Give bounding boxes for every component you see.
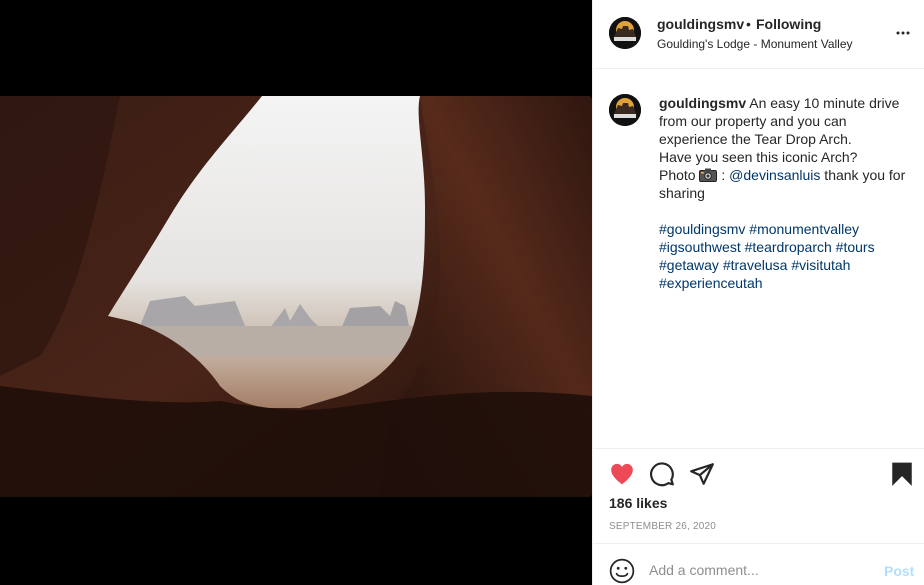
likes-count[interactable]: 186 likes (609, 495, 667, 511)
avatar-logo-icon (609, 17, 641, 49)
caption-text: gouldingsmv An easy 10 minute drive from… (659, 94, 909, 292)
heart-icon[interactable] (609, 461, 635, 487)
hashtag-link[interactable]: #gouldingsmv (659, 221, 745, 237)
avatar[interactable] (609, 17, 641, 49)
post-date[interactable]: SEPTEMBER 26, 2020 (609, 521, 716, 532)
tear-drop-arch-image (0, 96, 592, 497)
camera-icon (699, 168, 718, 182)
caption-photo-credit: Photo : @devinsanluis thank you for shar… (659, 166, 909, 202)
caption-line2: Have you seen this iconic Arch? (659, 149, 858, 165)
emoji-icon[interactable] (609, 558, 635, 584)
post-actions: 186 likes SEPTEMBER 26, 2020 (593, 448, 924, 543)
hashtag-link[interactable]: #teardroparch (745, 239, 832, 255)
caption-username[interactable]: gouldingsmv (659, 95, 746, 111)
post-side-panel: gouldingsmv • Following Goulding's Lodge… (592, 0, 924, 585)
separator-dot: • (746, 16, 751, 32)
post-username[interactable]: gouldingsmv (657, 16, 744, 32)
hashtag-link[interactable]: #tours (836, 239, 875, 255)
post-location[interactable]: Goulding's Lodge - Monument Valley (657, 37, 853, 51)
comment-input[interactable] (649, 558, 869, 582)
share-icon[interactable] (689, 461, 715, 487)
caption-area: gouldingsmv An easy 10 minute drive from… (593, 70, 924, 448)
avatar-logo-icon (609, 94, 641, 126)
hashtag-link[interactable]: #igsouthwest (659, 239, 741, 255)
hashtag-link[interactable]: #monumentvalley (749, 221, 859, 237)
mention-link[interactable]: @devinsanluis (729, 167, 820, 183)
following-button[interactable]: Following (756, 16, 821, 32)
hashtag-link[interactable]: #visitutah (791, 257, 850, 273)
post-photo[interactable] (0, 96, 592, 497)
hashtag-list: #gouldingsmv #monumentvalley #igsouthwes… (659, 220, 909, 292)
photo-prefix: Photo (659, 167, 700, 183)
caption-avatar[interactable] (609, 94, 641, 126)
hashtag-link[interactable]: #experienceutah (659, 275, 763, 291)
hashtag-link[interactable]: #getaway (659, 257, 719, 273)
more-options-icon[interactable] (895, 25, 911, 41)
hashtag-link[interactable]: #travelusa (723, 257, 788, 273)
comment-bar: Post (593, 543, 924, 585)
media-pane (0, 0, 592, 585)
bookmark-icon[interactable] (889, 461, 915, 487)
comment-icon[interactable] (649, 461, 675, 487)
photo-separator: : (717, 167, 730, 183)
post-header: gouldingsmv • Following Goulding's Lodge… (593, 0, 924, 69)
post-comment-button[interactable]: Post (884, 563, 914, 579)
